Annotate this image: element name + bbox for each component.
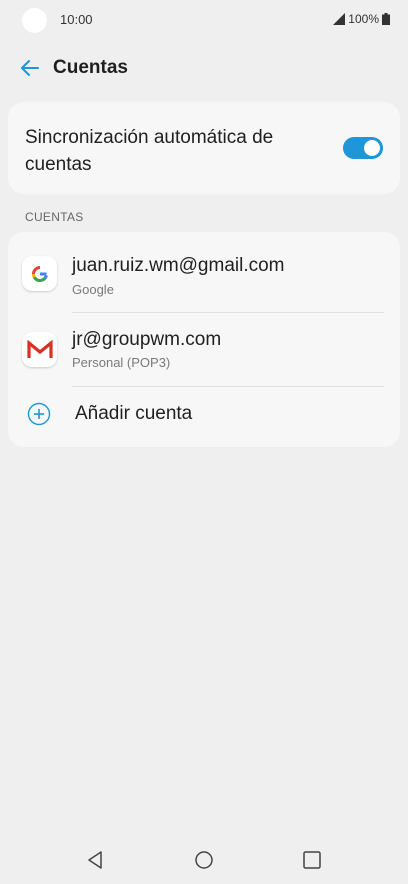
accounts-section-header: CUENTAS <box>25 210 84 224</box>
home-nav-icon[interactable] <box>192 848 216 872</box>
status-indicators: 100% <box>333 12 390 26</box>
add-account-button[interactable]: Añadir cuenta <box>8 386 400 442</box>
account-row-google[interactable]: juan.ruiz.wm@gmail.com Google <box>8 232 400 306</box>
gmail-icon <box>22 332 57 367</box>
page-title: Cuentas <box>53 57 128 78</box>
back-button[interactable] <box>14 54 46 82</box>
sync-label: Sincronización automática de cuentas <box>25 127 274 175</box>
account-type: Personal (POP3) <box>72 355 171 370</box>
signal-icon <box>333 13 346 25</box>
account-email: juan.ruiz.wm@gmail.com <box>72 255 285 276</box>
recents-nav-icon[interactable] <box>300 848 324 872</box>
accounts-card: juan.ruiz.wm@gmail.com Google jr@groupwm… <box>8 232 400 447</box>
toggle-knob <box>364 140 380 156</box>
battery-percentage: 100% <box>348 12 379 26</box>
navigation-bar <box>0 834 408 884</box>
status-time: 10:00 <box>60 12 93 27</box>
sync-card: Sincronización automática de cuentas <box>8 102 400 194</box>
account-email: jr@groupwm.com <box>72 329 222 350</box>
battery-icon <box>382 13 390 25</box>
account-row-pop3[interactable]: jr@groupwm.com Personal (POP3) <box>8 312 400 386</box>
status-bar: 10:00 100% <box>0 0 408 40</box>
account-type: Google <box>72 282 114 297</box>
plus-circle-icon <box>27 402 51 426</box>
camera-cutout <box>22 8 47 33</box>
google-icon <box>22 256 57 291</box>
arrow-left-icon <box>21 60 39 76</box>
auto-sync-toggle[interactable] <box>343 137 383 159</box>
back-nav-icon[interactable] <box>84 848 108 872</box>
app-bar: Cuentas <box>0 48 408 88</box>
add-account-label: Añadir cuenta <box>75 403 193 424</box>
